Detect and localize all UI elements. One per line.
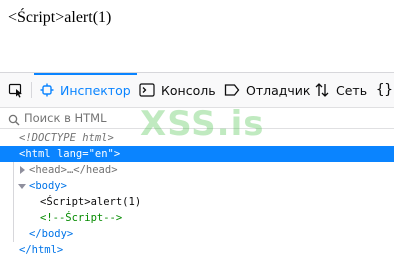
html-search-bar xyxy=(0,108,394,129)
devtools-panel: Инспектор Консоль Отладчик Сеть {} Поиск… xyxy=(0,72,394,277)
tab-debugger[interactable]: Отладчик xyxy=(224,73,310,107)
element-picker-icon xyxy=(8,82,24,98)
html-attr-value: "en" xyxy=(88,148,114,160)
html-open-tag: <html xyxy=(19,148,51,160)
tab-network[interactable]: Сеть xyxy=(314,73,367,107)
body-open-tag: <body> xyxy=(29,180,67,192)
tree-row-comment[interactable]: <!--Ścript--> xyxy=(0,210,394,226)
inspector-icon xyxy=(40,83,54,97)
tab-inspector-label: Инспектор xyxy=(60,82,131,98)
tree-row-body[interactable]: <body> xyxy=(0,178,394,194)
console-icon xyxy=(139,83,155,97)
collapse-arrow-icon[interactable] xyxy=(17,178,27,194)
tree-row-text[interactable]: <Ścript>alert(1) xyxy=(0,194,394,210)
style-editor-icon: {} xyxy=(376,82,393,98)
tab-console-label: Консоль xyxy=(161,82,216,98)
body-close-tag: </body> xyxy=(29,228,74,240)
tree-row-body-close[interactable]: </body> xyxy=(0,226,394,242)
expand-arrow-icon[interactable] xyxy=(17,162,27,178)
element-picker-button[interactable] xyxy=(8,73,30,107)
debugger-icon xyxy=(224,83,240,97)
tree-row-head[interactable]: <head>…</head> xyxy=(0,162,394,178)
network-icon xyxy=(314,82,330,98)
head-close-tag: </head> xyxy=(73,164,118,176)
search-icon xyxy=(8,111,20,130)
tab-debugger-label: Отладчик xyxy=(246,82,311,98)
html-close-tag: </html> xyxy=(19,244,64,256)
tree-row-doctype[interactable]: <!DOCTYPE html> xyxy=(0,130,394,146)
page-rendered-text: <Ścript>alert(1) xyxy=(8,9,112,26)
markup-tree: <!DOCTYPE html> <html lang="en"> <head>…… xyxy=(0,130,394,258)
tab-network-label: Сеть xyxy=(336,82,368,98)
toolbar-separator xyxy=(31,82,32,98)
tree-row-html[interactable]: <html lang="en"> xyxy=(0,146,394,162)
head-tag: <head> xyxy=(29,164,67,176)
tab-inspector[interactable]: Инспектор xyxy=(34,73,137,107)
search-input[interactable] xyxy=(24,109,384,127)
html-attr-name: lang xyxy=(56,148,83,160)
tree-row-html-close[interactable]: </html> xyxy=(0,242,394,258)
tab-console[interactable]: Консоль xyxy=(139,73,216,107)
body-text-node: <Ścript>alert(1) xyxy=(40,196,142,208)
page-viewport: <Ścript>alert(1) xyxy=(0,0,394,72)
tab-style-editor[interactable]: {} xyxy=(376,73,393,107)
doctype-node: <!DOCTYPE html> xyxy=(19,132,114,144)
devtools-toolbar: Инспектор Консоль Отладчик Сеть {} xyxy=(0,73,394,108)
body-comment-node: <!--Ścript--> xyxy=(40,212,123,224)
html-open-end: > xyxy=(113,148,121,160)
